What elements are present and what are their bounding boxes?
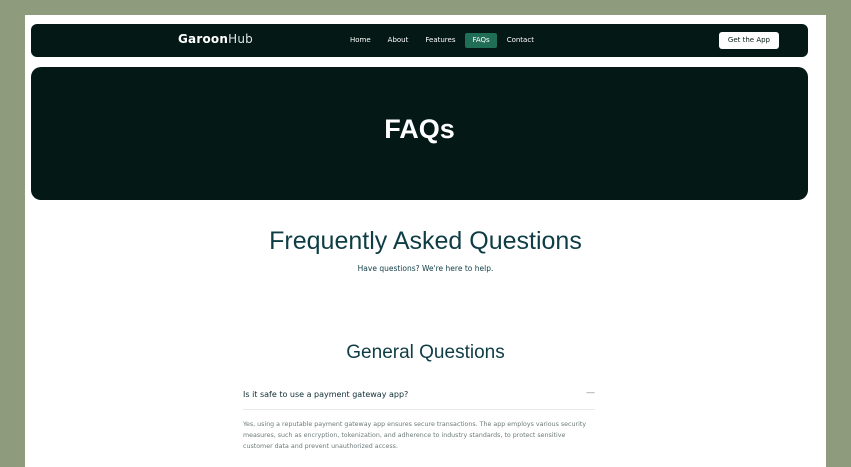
faq-question-text: Is it safe to use a payment gateway app? — [243, 390, 409, 399]
get-the-app-button[interactable]: Get the App — [718, 32, 779, 49]
nav-link-about[interactable]: About — [381, 33, 416, 48]
top-navbar: GaroonHub Home About Features FAQs Conta… — [31, 24, 808, 57]
brand-secondary: Hub — [228, 32, 253, 46]
faq-list: Is it safe to use a payment gateway app?… — [243, 385, 595, 452]
nav-links: Home About Features FAQs Contact — [343, 33, 544, 48]
hero-banner: FAQs — [31, 67, 808, 200]
page: GaroonHub Home About Features FAQs Conta… — [25, 15, 826, 467]
nav-link-features[interactable]: Features — [418, 33, 462, 48]
faq-item: Is it safe to use a payment gateway app?… — [243, 385, 595, 452]
general-questions-heading: General Questions — [346, 342, 505, 363]
nav-link-home[interactable]: Home — [343, 33, 378, 48]
hero-title: FAQs — [384, 114, 455, 144]
brand-primary: Garoon — [178, 32, 229, 46]
faq-answer-text: Yes, using a reputable payment gateway a… — [243, 421, 587, 450]
page-heading: Frequently Asked Questions — [269, 227, 582, 255]
nav-link-faqs[interactable]: FAQs — [465, 33, 497, 48]
page-subheading: Have questions? We're here to help. — [357, 264, 494, 273]
nav-link-contact[interactable]: Contact — [500, 33, 541, 48]
collapse-icon[interactable]: — — [586, 388, 595, 398]
brand-logo[interactable]: GaroonHub — [178, 32, 253, 46]
faq-question-row[interactable]: Is it safe to use a payment gateway app?… — [243, 385, 595, 410]
